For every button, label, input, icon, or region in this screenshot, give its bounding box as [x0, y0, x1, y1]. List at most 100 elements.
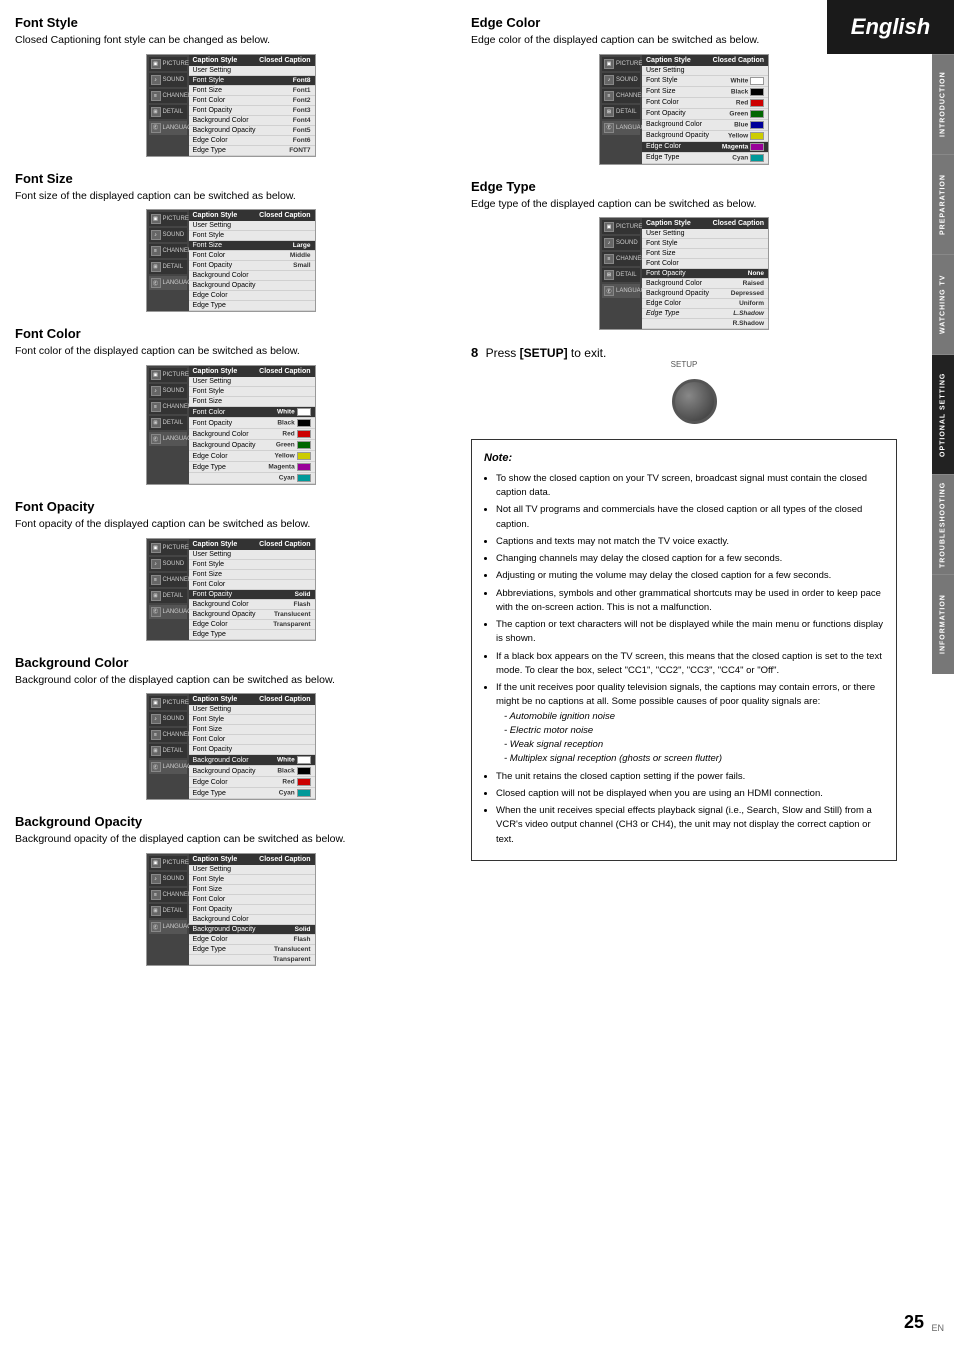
step-number: 8: [471, 345, 478, 360]
font-size-menu: ▣PICTURE ♪SOUND ≡CHANNEL ⊞DETAIL ⒺLANGUA…: [15, 209, 446, 312]
et-picture-icon: ▣: [604, 222, 614, 232]
ec-sound-icon: ♪: [604, 75, 614, 85]
fomr-size: Font Size: [189, 570, 315, 580]
font-style-desc: Closed Captioning font style can be chan…: [15, 33, 446, 48]
fsmr-size: Font SizeLarge: [189, 241, 315, 251]
note-item-11: Closed caption will not be displayed whe…: [496, 787, 884, 801]
right-column: Edge Color Edge color of the displayed c…: [466, 15, 897, 980]
fc-picture-icon: ▣: [151, 370, 161, 380]
sidebar-bo-channel: ≡CHANNEL: [149, 888, 187, 902]
language-bar: English: [827, 0, 954, 54]
et-sound-icon: ♪: [604, 238, 614, 248]
setup-button-container: [471, 374, 897, 429]
fomr-color: Font Color: [189, 580, 315, 590]
menu-row-bg-color: Background ColorFont4: [189, 116, 315, 126]
sidebar-et-channel: ≡CHANNEL: [602, 252, 640, 266]
etmr-user: User Setting: [642, 229, 768, 239]
menu-main-bg-color: Caption StyleClosed Caption User Setting…: [189, 694, 315, 799]
side-navigation: INTRODUCTION PREPARATION WATCHING TV OPT…: [932, 54, 954, 674]
setup-button[interactable]: [672, 379, 717, 424]
ecmr-size: Font SizeBlack: [642, 87, 768, 98]
etmr-size: Font Size: [642, 249, 768, 259]
section-font-style: Font Style Closed Captioning font style …: [15, 15, 446, 157]
et-detail-icon: ⊞: [604, 270, 614, 280]
note-item-10: The unit retains the closed caption sett…: [496, 770, 884, 784]
section-font-size: Font Size Font size of the displayed cap…: [15, 171, 446, 313]
fomr-bg: Background ColorFlash: [189, 600, 315, 610]
et-language-icon: Ⓔ: [604, 286, 614, 296]
ecmr-user: User Setting: [642, 66, 768, 76]
tab-information[interactable]: INFORMATION: [932, 574, 954, 674]
left-column: Font Style Closed Captioning font style …: [15, 15, 446, 980]
sidebar-bc-sound: ♪SOUND: [149, 712, 187, 726]
sidebar-detail: ⊞DETAIL: [149, 105, 187, 119]
sidebar-fo-channel: ≡CHANNEL: [149, 573, 187, 587]
font-style-title: Font Style: [15, 15, 446, 30]
sound-icon: ♪: [151, 75, 161, 85]
fcmr-style: Font Style: [189, 387, 315, 397]
note-box: Note: To show the closed caption on your…: [471, 439, 897, 861]
etmr-bg-op: Background OpacityDepressed: [642, 289, 768, 299]
sidebar-fc-picture: ▣PICTURE: [149, 368, 187, 382]
ecmr-style: Font StyleWhite: [642, 76, 768, 87]
etmr-bg: Background ColorRaised: [642, 279, 768, 289]
menu-main-font-opacity: Caption StyleClosed Caption User Setting…: [189, 539, 315, 640]
page-number: 25: [904, 1312, 924, 1333]
note-item-8: If a black box appears on the TV screen,…: [496, 650, 884, 679]
bc-detail-icon: ⊞: [151, 746, 161, 756]
font-color-menu: ▣PICTURE ♪SOUND ≡CHANNEL ⊞DETAIL ⒺLANGUA…: [15, 365, 446, 485]
font-style-menu: ▣PICTURE ♪SOUND ≡CHANNEL ⊞DETAIL ⒺLANGUA…: [15, 54, 446, 157]
menu-sidebar-fs: ▣PICTURE ♪SOUND ≡CHANNEL ⊞DETAIL ⒺLANGUA…: [147, 210, 189, 311]
etmr-fc: Font Color: [642, 259, 768, 269]
menu-row-bg-opacity: Background OpacityFont5: [189, 126, 315, 136]
menu-header-fo: Caption StyleClosed Caption: [189, 539, 315, 550]
fcmr-opacity: Font OpacityBlack: [189, 418, 315, 429]
sidebar-fc-language: ⒺLANGUAGE: [149, 432, 187, 446]
etmr-rshadow: R.Shadow: [642, 319, 768, 329]
step-text: Press [SETUP] to exit.: [486, 346, 607, 360]
step-8-instruction: 8 Press [SETUP] to exit.: [471, 345, 897, 360]
menu-main-font-color: Caption StyleClosed Caption User Setting…: [189, 366, 315, 484]
language-icon: Ⓔ: [151, 123, 161, 133]
menu-box-edge-color: ▣PICTURE ♪SOUND ≡CHANNEL ⊞DETAIL ⒺLANGUA…: [599, 54, 769, 165]
bcmr-fo: Font Opacity: [189, 745, 315, 755]
menu-header-et: Caption StyleClosed Caption: [642, 218, 768, 229]
bc-sound-icon: ♪: [151, 714, 161, 724]
note-item-12: When the unit receives special effects p…: [496, 804, 884, 847]
menu-row-font-size: Font SizeFont1: [189, 86, 315, 96]
bomr-ec: Edge ColorFlash: [189, 935, 315, 945]
tab-preparation[interactable]: PREPARATION: [932, 154, 954, 254]
menu-header-bc: Caption StyleClosed Caption: [189, 694, 315, 705]
bo-sound-icon: ♪: [151, 874, 161, 884]
bc-channel-icon: ≡: [151, 730, 161, 740]
font-opacity-title: Font Opacity: [15, 499, 446, 514]
tab-troubleshooting[interactable]: TROUBLESHOOTING: [932, 474, 954, 574]
setup-label: SETUP: [471, 360, 897, 369]
menu-box-font-size: ▣PICTURE ♪SOUND ≡CHANNEL ⊞DETAIL ⒺLANGUA…: [146, 209, 316, 312]
note-sub-1: - Automobile ignition noise: [496, 710, 884, 724]
tab-optional-setting[interactable]: OPTIONAL SETTING: [932, 354, 954, 474]
tab-introduction[interactable]: INTRODUCTION: [932, 54, 954, 154]
menu-sidebar-fo: ▣PICTURE ♪SOUND ≡CHANNEL ⊞DETAIL ⒺLANGUA…: [147, 539, 189, 640]
sidebar-ec-sound: ♪SOUND: [602, 73, 640, 87]
ecmr-et: Edge TypeCyan: [642, 153, 768, 164]
font-color-desc: Font color of the displayed caption can …: [15, 344, 446, 359]
menu-header: Caption StyleClosed Caption: [189, 55, 315, 66]
bo-language-icon: Ⓔ: [151, 922, 161, 932]
menu-row-edge-type: Edge TypeFONT7: [189, 146, 315, 156]
bo-detail-icon: ⊞: [151, 906, 161, 916]
bomr-bg: Background Color: [189, 915, 315, 925]
fomr-user: User Setting: [189, 550, 315, 560]
edge-type-desc: Edge type of the displayed caption can b…: [471, 197, 897, 212]
menu-header-fs: Caption StyleClosed Caption: [189, 210, 315, 221]
fsmr-opacity: Font OpacitySmall: [189, 261, 315, 271]
bg-opacity-desc: Background opacity of the displayed capt…: [15, 832, 446, 847]
fo-picture-icon: ▣: [151, 543, 161, 553]
fsmr-style: Font Style: [189, 231, 315, 241]
fsmr-user: User Setting: [189, 221, 315, 231]
bomr-trans: Transparent: [189, 955, 315, 965]
sidebar-language: ⒺLANGUAGE: [149, 121, 187, 135]
font-opacity-menu: ▣PICTURE ♪SOUND ≡CHANNEL ⊞DETAIL ⒺLANGUA…: [15, 538, 446, 641]
bomr-style: Font Style: [189, 875, 315, 885]
tab-watching-tv[interactable]: WATCHING TV: [932, 254, 954, 354]
